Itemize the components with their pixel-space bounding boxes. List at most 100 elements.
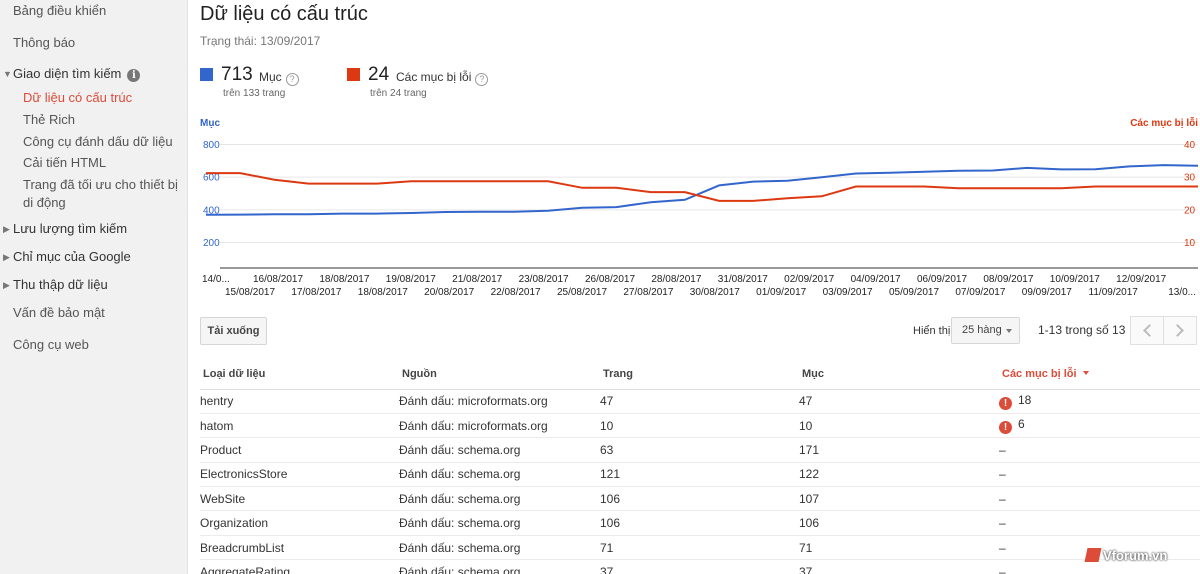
x-tick-label: 12/09/2017 xyxy=(1116,274,1166,285)
right-tick-label: 20 xyxy=(1184,205,1196,216)
cell-source: Đánh dấu: microformats.org xyxy=(399,389,600,414)
sidebar-item-amp-pages-line2[interactable]: di động xyxy=(23,195,66,210)
x-tick-label: 16/08/2017 xyxy=(253,274,303,285)
sidebar-item-rich-cards[interactable]: Thẻ Rich xyxy=(23,112,75,127)
cell-source: Đánh dấu: schema.org xyxy=(399,486,600,512)
x-tick-label: 13/0... xyxy=(1168,287,1196,298)
right-tick-label: 10 xyxy=(1184,238,1196,249)
show-label: Hiển thị xyxy=(913,325,951,337)
cell-errors: – xyxy=(999,510,1200,536)
x-tick-label: 09/09/2017 xyxy=(1022,287,1072,298)
sidebar-item-dashboard[interactable]: Bảng điều khiển xyxy=(13,3,106,18)
right-tick-label: 30 xyxy=(1184,173,1196,184)
error-icon: ! xyxy=(999,421,1012,435)
sidebar-item-web-tools[interactable]: Công cụ web xyxy=(13,337,89,352)
cell-type: hentry xyxy=(200,389,399,414)
cell-errors-value: 18 xyxy=(1018,392,1032,407)
x-tick-label: 06/09/2017 xyxy=(917,274,967,285)
x-tick-label: 21/08/2017 xyxy=(452,274,502,285)
left-tick-label: 800 xyxy=(203,140,220,151)
table-row[interactable]: Product Đánh dấu: schema.org 63 171– xyxy=(200,437,1200,463)
cell-type: hatom xyxy=(200,413,399,439)
watermark: Vforum.vn xyxy=(1084,548,1168,563)
data-table: Loại dữ liệu Nguồn Trang Mục Các mục bị … xyxy=(200,360,1200,574)
cell-source: Đánh dấu: schema.org xyxy=(399,535,600,561)
download-button[interactable]: Tải xuống xyxy=(200,317,267,345)
table-row[interactable]: BreadcrumbList Đánh dấu: schema.org 71 71– xyxy=(200,535,1200,561)
column-header-type[interactable]: Loại dữ liệu xyxy=(200,360,399,390)
cell-items: 107 xyxy=(799,486,999,512)
next-page-button[interactable] xyxy=(1163,316,1197,345)
cell-pages: 47 xyxy=(600,389,799,414)
column-header-errors-label: Các mục bị lỗi xyxy=(1002,368,1077,381)
x-tick-label: 31/08/2017 xyxy=(718,274,768,285)
chart: Mục Các mục bị lỗi 200 400 600 800 10 20 30 40 1… xyxy=(188,112,1200,302)
sidebar-group-search-traffic[interactable]: ▶ Lưu lượng tìm kiếm xyxy=(3,221,127,236)
cell-source: Đánh dấu: schema.org xyxy=(399,510,600,536)
sidebar-group-crawl[interactable]: ▶ Thu thập dữ liệu xyxy=(3,277,108,292)
cell-source: Đánh dấu: microformats.org xyxy=(399,413,600,439)
cell-pages: 106 xyxy=(600,486,799,512)
chevron-right-icon: ▶ xyxy=(3,280,10,290)
cell-pages: 63 xyxy=(600,437,799,463)
cell-type: ElectronicsStore xyxy=(200,462,399,488)
column-header-errors[interactable]: Các mục bị lỗi xyxy=(999,360,1200,390)
table-row[interactable]: hentry Đánh dấu: microformats.org 47 47! 18 xyxy=(200,389,1200,414)
cell-items: 106 xyxy=(799,510,999,536)
x-tick-label: 20/08/2017 xyxy=(424,287,474,298)
chevron-right-icon: ▶ xyxy=(3,224,10,234)
help-icon[interactable]: ? xyxy=(475,73,489,86)
pagination-range: 1-13 trong số 13 xyxy=(1038,323,1126,337)
table-row[interactable]: AggregateRating Đánh dấu: schema.org 37 37– xyxy=(200,559,1200,574)
sidebar-group-google-index[interactable]: ▶ Chỉ mục của Google xyxy=(3,249,131,264)
sidebar-item-amp-pages[interactable]: Trang đã tối ưu cho thiết bị xyxy=(23,177,178,192)
column-header-source[interactable]: Nguồn xyxy=(399,360,600,390)
sidebar-item-html-improvements[interactable]: Cải tiến HTML xyxy=(23,155,106,170)
x-tick-label: 10/09/2017 xyxy=(1050,274,1100,285)
table-row[interactable]: WebSite Đánh dấu: schema.org 106 107– xyxy=(200,486,1200,512)
metric-items-value: 713 xyxy=(221,64,253,85)
x-tick-label: 30/08/2017 xyxy=(690,287,740,298)
right-tick-label: 40 xyxy=(1184,140,1196,151)
left-tick-label: 600 xyxy=(203,173,220,184)
sidebar-item-security-issues[interactable]: Vấn đề bảo mật xyxy=(13,305,105,320)
x-tick-label: 03/09/2017 xyxy=(823,287,873,298)
cell-items: 71 xyxy=(799,535,999,561)
help-icon[interactable]: ? xyxy=(285,73,299,86)
sidebar-item-notifications[interactable]: Thông báo xyxy=(13,35,75,50)
rows-per-page-value: 25 hàng xyxy=(962,324,1002,336)
rows-per-page-select[interactable]: 25 hàng xyxy=(951,317,1020,344)
cell-items: 10 xyxy=(799,413,999,439)
prev-page-button[interactable] xyxy=(1130,316,1164,345)
x-tick-label: 22/08/2017 xyxy=(491,287,541,298)
x-tick-label: 01/09/2017 xyxy=(756,287,806,298)
table-row[interactable]: hatom Đánh dấu: microformats.org 10 10! 6 xyxy=(200,413,1200,439)
sidebar-group-search-appearance[interactable]: ▼Giao diện tìm kiếm i xyxy=(3,66,141,82)
table-row[interactable]: ElectronicsStore Đánh dấu: schema.org 121 1… xyxy=(200,462,1200,488)
x-tick-label: 05/09/2017 xyxy=(889,287,939,298)
info-icon[interactable]: i xyxy=(127,69,141,82)
sidebar-group-label: Thu thập dữ liệu xyxy=(13,277,108,292)
legend-swatch-errors xyxy=(347,68,360,81)
cell-items: 171 xyxy=(799,437,999,463)
x-tick-label: 28/08/2017 xyxy=(651,274,701,285)
main-content: Dữ liệu có cấu trúc Trạng thái: 13/09/20… xyxy=(188,0,1200,574)
x-tick-label: 08/09/2017 xyxy=(983,274,1033,285)
cell-pages: 106 xyxy=(600,510,799,536)
sidebar-item-data-highlighter[interactable]: Công cụ đánh dấu dữ liệu xyxy=(23,134,173,149)
metric-errors-label-text: Các mục bị lỗi xyxy=(396,70,472,84)
series-line-items xyxy=(205,164,1199,216)
cell-pages: 71 xyxy=(600,535,799,561)
table-row[interactable]: Organization Đánh dấu: schema.org 106 106– xyxy=(200,510,1200,536)
x-tick-label: 15/08/2017 xyxy=(225,287,275,298)
table-header-row: Loại dữ liệu Nguồn Trang Mục Các mục bị … xyxy=(200,360,1200,390)
cell-errors: – xyxy=(999,486,1200,512)
x-tick-label: 18/08/2017 xyxy=(319,274,369,285)
column-header-items[interactable]: Mục xyxy=(799,360,999,390)
sidebar-item-structured-data[interactable]: Dữ liệu có cấu trúc xyxy=(23,90,132,105)
legend-swatch-items xyxy=(200,68,213,81)
sidebar-group-label: Chỉ mục của Google xyxy=(13,249,131,264)
column-header-pages[interactable]: Trang xyxy=(600,360,799,390)
watermark-text: Vforum.vn xyxy=(1103,548,1168,563)
chevron-right-icon xyxy=(1171,324,1184,337)
